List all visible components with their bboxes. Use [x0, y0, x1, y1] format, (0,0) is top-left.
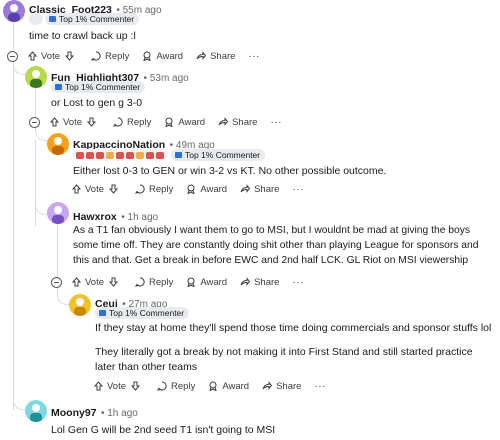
thread-line	[13, 22, 14, 410]
award-icon	[165, 117, 174, 127]
comment-body: or Lost to gen g 3-0	[51, 97, 143, 109]
comment-body: Either lost 0-3 to GEN or win 3-2 vs KT.…	[73, 165, 387, 177]
downvote-button[interactable]	[109, 184, 122, 194]
downvote-icon	[87, 117, 97, 127]
user-flair: Top 1% Commenter	[45, 13, 140, 25]
comment-body: As a T1 fan obviously I want them to go …	[73, 225, 479, 266]
share-icon	[196, 51, 207, 60]
thread-line	[35, 140, 36, 226]
award-button[interactable]: Award	[186, 277, 227, 288]
comment-bubble-icon	[157, 381, 167, 391]
achievement-badges	[29, 13, 43, 25]
user-flair: Top 1% Commenter	[51, 81, 146, 93]
timestamp: 1h ago	[107, 408, 138, 419]
comment-bubble-icon	[91, 51, 101, 61]
share-button[interactable]: Share	[196, 51, 235, 62]
flair-icon	[175, 152, 182, 158]
reply-button[interactable]: Reply	[135, 184, 173, 195]
share-button[interactable]: Share	[262, 381, 301, 392]
award-icon	[187, 184, 196, 194]
avatar[interactable]	[25, 400, 47, 422]
share-icon	[240, 277, 251, 286]
flair-icon	[49, 16, 56, 22]
downvote-button[interactable]	[65, 51, 78, 61]
user-flair: Top 1% Commenter	[95, 307, 190, 319]
upvote-icon	[72, 277, 81, 287]
achievement-badges	[73, 149, 168, 161]
comment-bubble-icon	[135, 184, 145, 194]
comment-actions: Vote Reply Award Share ···	[94, 378, 339, 394]
reply-button[interactable]: Reply	[91, 51, 129, 62]
avatar[interactable]	[47, 202, 69, 224]
collapse-thread-button[interactable]	[51, 277, 62, 288]
collapse-thread-button[interactable]	[29, 117, 40, 128]
share-button[interactable]: Share	[218, 117, 257, 128]
avatar[interactable]	[25, 66, 47, 88]
collapse-thread-button[interactable]	[7, 51, 18, 62]
upvote-button[interactable]: Vote	[72, 277, 104, 288]
downvote-button[interactable]	[109, 277, 122, 287]
downvote-icon	[65, 51, 75, 61]
award-button[interactable]: Award	[186, 184, 227, 195]
more-options-button[interactable]: ···	[270, 117, 282, 128]
share-button[interactable]: Share	[240, 277, 279, 288]
comment-actions: Vote Reply Award Share ···	[28, 48, 273, 64]
upvote-button[interactable]: Vote	[72, 184, 104, 195]
username[interactable]: Hawxrox	[73, 211, 117, 223]
comment-actions: Vote Reply Award Share ···	[72, 181, 317, 197]
comment-body: Lol Gen G will be 2nd seed T1 isn't goin…	[51, 424, 276, 436]
timestamp: 53m ago	[149, 73, 189, 84]
award-button[interactable]: Award	[142, 51, 183, 62]
more-options-button[interactable]: ···	[292, 277, 304, 288]
downvote-icon	[109, 184, 119, 194]
upvote-button[interactable]: Vote	[94, 381, 126, 392]
upvote-icon	[28, 51, 37, 61]
flair-icon	[99, 310, 106, 316]
share-icon	[218, 117, 229, 126]
reply-button[interactable]: Reply	[157, 381, 195, 392]
award-icon	[209, 381, 218, 391]
downvote-button[interactable]	[131, 381, 144, 391]
upvote-icon	[50, 117, 59, 127]
avatar[interactable]	[3, 0, 25, 22]
comment-actions: Vote Reply Award Share ···	[50, 114, 295, 130]
flair-icon	[55, 84, 62, 90]
avatar[interactable]	[47, 133, 69, 155]
upvote-button[interactable]: Vote	[50, 117, 82, 128]
reply-button[interactable]: Reply	[113, 117, 151, 128]
comment-body: If they stay at home they'll spend those…	[95, 322, 492, 334]
award-icon	[143, 51, 152, 61]
username[interactable]: Moony97	[51, 407, 97, 419]
downvote-icon	[131, 381, 141, 391]
more-options-button[interactable]: ···	[248, 51, 260, 62]
comment-actions: Vote Reply Award Share ···	[72, 274, 317, 290]
downvote-button[interactable]	[87, 117, 100, 127]
more-options-button[interactable]: ···	[292, 184, 304, 195]
comment-header: Moony97 • 1h ago	[51, 407, 138, 419]
award-button[interactable]: Award	[208, 381, 249, 392]
comment-bubble-icon	[135, 277, 145, 287]
comment-bubble-icon	[113, 117, 123, 127]
upvote-icon	[94, 381, 103, 391]
reply-button[interactable]: Reply	[135, 277, 173, 288]
award-button[interactable]: Award	[164, 117, 205, 128]
downvote-icon	[109, 277, 119, 287]
share-icon	[240, 184, 251, 193]
upvote-button[interactable]: Vote	[28, 51, 60, 62]
share-icon	[262, 381, 273, 390]
share-button[interactable]: Share	[240, 184, 279, 195]
comment-body-paragraph: They literally got a break by not making…	[95, 346, 473, 373]
upvote-icon	[72, 184, 81, 194]
more-options-button[interactable]: ···	[314, 381, 326, 392]
timestamp: 1h ago	[127, 212, 159, 223]
award-icon	[187, 277, 196, 287]
comment-body: time to crawl back up :l	[29, 30, 136, 42]
user-flair: Top 1% Commenter	[171, 149, 266, 161]
avatar[interactable]	[69, 294, 91, 316]
